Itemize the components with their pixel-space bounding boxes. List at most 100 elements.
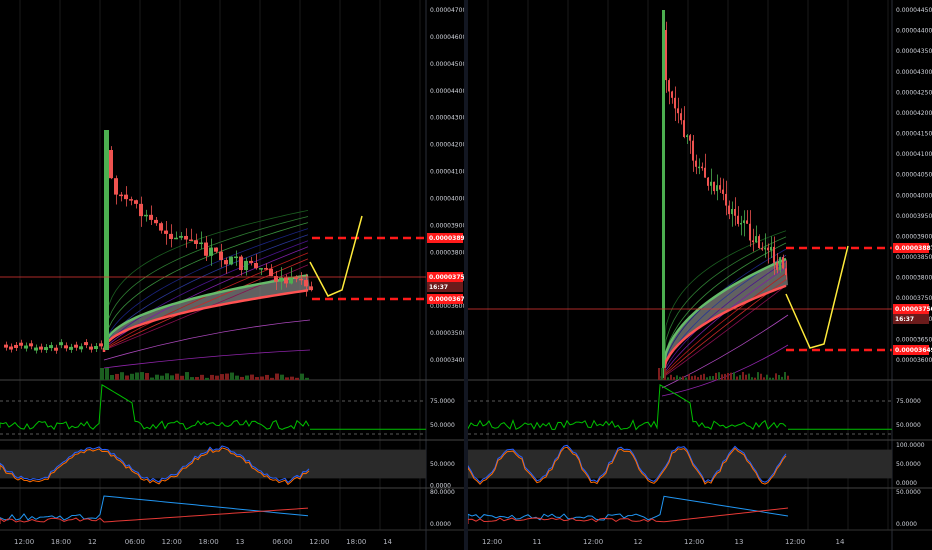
volume-bar — [295, 377, 299, 380]
price-axis-label: 0.00004300 — [896, 69, 932, 76]
volume-bar — [745, 374, 747, 380]
candle-body — [731, 209, 733, 215]
candle-body — [44, 347, 48, 351]
price-axis-label: 0.00003800 — [896, 275, 932, 282]
volume-bar — [280, 374, 284, 380]
dmi-axis-label: 80.0000 — [430, 489, 455, 496]
candle-body — [84, 342, 88, 346]
candle-body — [199, 242, 203, 245]
spike-candle — [104, 130, 109, 350]
volume-bar — [697, 377, 699, 380]
price-axis-label: 0.00003850 — [896, 254, 932, 261]
candle-body — [49, 345, 53, 349]
volume-bar — [775, 373, 777, 380]
volume-bar — [712, 376, 714, 380]
price-axis-label: 0.00004100 — [430, 169, 464, 176]
candle-body — [269, 268, 273, 277]
volume-bar — [691, 376, 693, 380]
candle-body — [752, 240, 754, 243]
price-axis-label: 0.00003650 — [896, 336, 932, 343]
volume-bar — [285, 377, 289, 380]
candle-body — [169, 233, 173, 240]
price-axis-label: 0.00004100 — [896, 151, 932, 158]
candle-body — [239, 256, 243, 271]
candle-body — [64, 345, 68, 349]
volume-bar — [185, 372, 189, 380]
volume-bar — [733, 372, 735, 380]
candle-body — [713, 181, 715, 192]
candle-body — [244, 260, 248, 271]
price-axis-label: 0.00004600 — [430, 34, 464, 41]
candle-body — [144, 214, 148, 217]
candle-body — [776, 262, 778, 270]
stoch-axis-label: 0.0000 — [896, 480, 917, 487]
price-axis-label: 0.00004700 — [430, 7, 464, 14]
volume-bar — [658, 368, 660, 380]
candle-body — [773, 246, 775, 263]
volume-bar — [225, 373, 229, 380]
candle-body — [289, 277, 293, 284]
volume-bar — [772, 377, 774, 380]
price-axis-label: 0.00004350 — [896, 48, 932, 55]
time-axis-label: 11 — [533, 538, 542, 546]
candle-body — [686, 135, 688, 138]
volume-bar — [235, 375, 239, 380]
price-axis-label: 0.00004200 — [896, 110, 932, 117]
price-axis-label: 0.00003500 — [430, 330, 464, 337]
dmi-axis-label: 50.0000 — [896, 489, 921, 496]
candle-body — [254, 262, 258, 269]
left-chart-pane[interactable]: 0.00004700 0.00004600 0.00004500 0.00004400… — [0, 0, 464, 550]
volume-bar — [715, 372, 717, 380]
time-axis-label: 14 — [383, 538, 392, 546]
spike-candle — [662, 10, 665, 378]
candle-body — [755, 236, 757, 243]
candle-body — [9, 346, 13, 350]
volume-bar — [718, 372, 720, 380]
volume-bar — [679, 376, 681, 380]
price-axis-label: 0.00003750 — [896, 295, 932, 302]
price-axis-label: 0.00004000 — [896, 192, 932, 199]
rsi-line — [0, 383, 310, 431]
candle-body — [719, 185, 721, 190]
rsi-axis-label: 75.0000 — [430, 398, 455, 405]
volume-bar — [180, 375, 184, 380]
candle-body — [743, 220, 745, 223]
candle-body — [219, 251, 223, 261]
candle-body — [264, 268, 268, 270]
price-tag-label: 0.00003887 — [895, 245, 932, 252]
right-chart-pane[interactable]: 0.00004450 0.00004400 0.00004350 0.00004300… — [468, 0, 932, 550]
volume-bar — [676, 375, 678, 380]
dmi-plus-line — [0, 495, 309, 521]
volume-bar — [105, 368, 109, 380]
projection-path[interactable] — [785, 245, 849, 349]
volume-bar — [751, 377, 753, 380]
candle-body — [279, 277, 283, 282]
dmi-axis-label: 0.0000 — [430, 521, 451, 528]
candle-body — [683, 120, 685, 138]
volume-bar — [115, 373, 119, 380]
candle-body — [668, 80, 670, 92]
volume-bar — [673, 377, 675, 380]
dmi-minus-line — [0, 507, 309, 524]
price-axis-label: 0.00003900 — [430, 222, 464, 229]
price-tag-label: 16:37 — [895, 316, 914, 323]
left-chart-canvas[interactable]: 0.00004700 0.00004600 0.00004500 0.00004400… — [0, 0, 464, 550]
candle-body — [109, 150, 113, 179]
rsi-axis-label: 50.0000 — [896, 422, 921, 429]
time-axis-label: 18:00 — [199, 538, 219, 546]
volume-bar — [135, 372, 139, 380]
candle-body — [701, 166, 703, 169]
volume-bar — [769, 377, 771, 380]
stoch-axis-label: 50.0000 — [430, 461, 455, 468]
candle-body — [671, 91, 673, 98]
candle-body — [14, 344, 18, 348]
right-chart-canvas[interactable]: 0.00004450 0.00004400 0.00004350 0.00004300… — [468, 0, 932, 550]
volume-bar — [275, 373, 279, 380]
candle-body — [761, 248, 763, 250]
projection-path[interactable] — [309, 215, 363, 297]
volume-bar — [748, 373, 750, 380]
candle-body — [154, 219, 158, 224]
volume-bar — [125, 375, 129, 380]
price-tag-label: 0.00003750 — [895, 306, 932, 313]
volume-bar — [300, 373, 304, 380]
